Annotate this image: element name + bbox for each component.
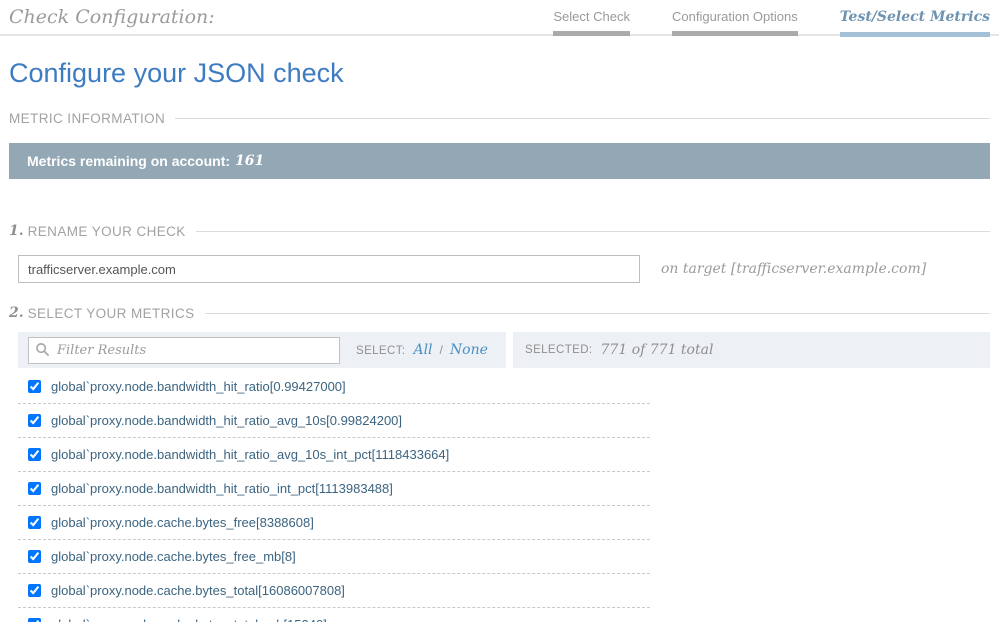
top-header: Check Configuration: Select Check Config… — [0, 0, 999, 37]
tab-label: Select Check — [553, 9, 630, 24]
metric-label[interactable]: global`proxy.node.cache.bytes_free_mb[8] — [51, 549, 296, 564]
breadcrumb-title: Check Configuration: — [9, 6, 215, 28]
metric-label[interactable]: global`proxy.node.bandwidth_hit_ratio_in… — [51, 481, 393, 496]
metric-information-section-header: METRIC INFORMATION — [9, 111, 990, 126]
rename-check-section-header: 1. RENAME YOUR CHECK — [9, 223, 990, 239]
metric-checkbox[interactable] — [28, 482, 41, 495]
metric-row: global`proxy.node.cache.bytes_free[83886… — [18, 506, 650, 540]
select-separator: / — [440, 343, 443, 357]
metric-checkbox[interactable] — [28, 516, 41, 529]
tab-label: Configuration Options — [672, 9, 798, 24]
section-label: RENAME YOUR CHECK — [28, 224, 186, 239]
page-title: Configure your JSON check — [9, 58, 990, 89]
metric-label[interactable]: global`proxy.node.cache.bytes_total[1608… — [51, 583, 345, 598]
rename-check-row: on target [trafficserver.example.com] — [9, 255, 990, 283]
section-label: METRIC INFORMATION — [9, 111, 165, 126]
section-label: SELECT YOUR METRICS — [28, 306, 195, 321]
metric-checkbox[interactable] — [28, 550, 41, 563]
metric-row: global`proxy.node.bandwidth_hit_ratio[0.… — [18, 370, 650, 404]
select-controls: SELECT: All / None — [356, 342, 488, 358]
metric-row: global`proxy.node.cache.bytes_total_mb[1… — [18, 608, 650, 622]
tab-test-select-metrics[interactable]: Test/Select Metrics — [840, 9, 990, 37]
section-rule — [205, 313, 990, 314]
tab-label: Test/Select Metrics — [840, 9, 990, 25]
metric-row: global`proxy.node.cache.bytes_total[1608… — [18, 574, 650, 608]
banner-value: 161 — [235, 153, 264, 169]
section-number: 2. — [9, 305, 24, 321]
tab-configuration-options[interactable]: Configuration Options — [672, 9, 798, 37]
metric-checkbox[interactable] — [28, 448, 41, 461]
metric-checkbox[interactable] — [28, 618, 41, 622]
metric-checkbox[interactable] — [28, 584, 41, 597]
section-rule — [196, 231, 990, 232]
filter-toolbar: SELECT: All / None SELECTED: 771 of 771 … — [9, 332, 990, 368]
metric-row: global`proxy.node.bandwidth_hit_ratio_in… — [18, 472, 650, 506]
metric-label[interactable]: global`proxy.node.bandwidth_hit_ratio_av… — [51, 447, 449, 462]
metric-row: global`proxy.node.cache.bytes_free_mb[8] — [18, 540, 650, 574]
metric-checkbox[interactable] — [28, 380, 41, 393]
metric-checkbox[interactable] — [28, 414, 41, 427]
select-all-link[interactable]: All — [413, 342, 432, 358]
metric-label[interactable]: global`proxy.node.bandwidth_hit_ratio_av… — [51, 413, 402, 428]
banner-label: Metrics remaining on account: — [27, 153, 230, 169]
tab-underline — [672, 31, 798, 36]
section-rule — [175, 118, 990, 119]
metric-label[interactable]: global`proxy.node.cache.bytes_total_mb[1… — [51, 617, 327, 622]
search-field-wrap — [28, 337, 340, 364]
tab-underline — [840, 32, 990, 37]
metric-list: global`proxy.node.bandwidth_hit_ratio[0.… — [9, 370, 990, 622]
selected-count: 771 of 771 total — [601, 342, 714, 358]
metric-row: global`proxy.node.bandwidth_hit_ratio_av… — [18, 404, 650, 438]
check-name-input[interactable] — [18, 255, 640, 283]
metric-label[interactable]: global`proxy.node.bandwidth_hit_ratio[0.… — [51, 379, 346, 394]
main-content: Configure your JSON check METRIC INFORMA… — [0, 58, 999, 622]
filter-results-input[interactable] — [28, 337, 340, 364]
selected-label: SELECTED: — [525, 344, 593, 356]
select-metrics-section-header: 2. SELECT YOUR METRICS — [9, 305, 990, 321]
filter-box: SELECT: All / None — [18, 332, 506, 368]
selected-summary-box: SELECTED: 771 of 771 total — [513, 332, 990, 368]
metric-row: global`proxy.node.bandwidth_hit_ratio_av… — [18, 438, 650, 472]
metrics-remaining-banner: Metrics remaining on account: 161 — [9, 143, 990, 179]
tab-underline — [553, 31, 630, 36]
select-label: SELECT: — [356, 345, 405, 357]
spacer — [9, 179, 990, 201]
tab-select-check[interactable]: Select Check — [553, 9, 630, 37]
select-none-link[interactable]: None — [450, 342, 488, 358]
metric-label[interactable]: global`proxy.node.cache.bytes_free[83886… — [51, 515, 314, 530]
search-icon — [35, 342, 50, 357]
section-number: 1. — [9, 223, 24, 239]
wizard-tabs: Select Check Configuration Options Test/… — [553, 9, 990, 37]
target-note: on target [trafficserver.example.com] — [661, 261, 926, 277]
